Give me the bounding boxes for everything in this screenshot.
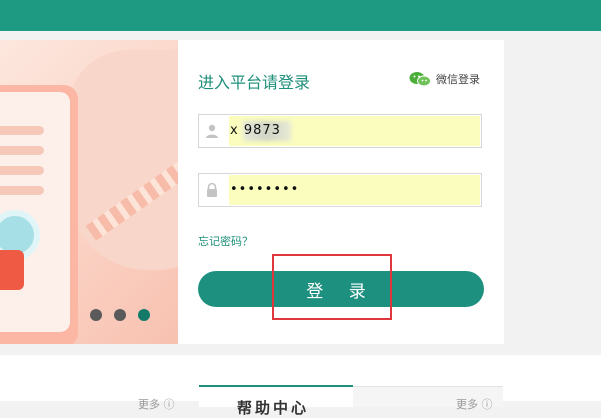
top-header-bar — [0, 0, 601, 31]
lock-icon — [207, 182, 217, 197]
password-field[interactable]: •••••••• — [198, 173, 482, 207]
promo-banner — [0, 40, 178, 344]
login-title: 进入平台请登录 — [198, 73, 311, 92]
wechat-login-link[interactable]: 微信登录 — [409, 71, 480, 87]
lock-illustration — [0, 250, 24, 290]
user-icon — [206, 124, 218, 138]
carousel-dot-3[interactable] — [138, 309, 150, 321]
tab-help-center-label: 帮助中心 — [237, 399, 310, 417]
forgot-password-link[interactable]: 忘记密码？ — [198, 233, 253, 249]
red-highlight-box — [272, 254, 392, 320]
wechat-login-label: 微信登录 — [436, 73, 480, 86]
tab-help-center[interactable]: 帮助中心 — [199, 385, 353, 417]
carousel-dot-2[interactable] — [114, 309, 126, 321]
more-link-right[interactable]: 更多 ⓘ — [456, 396, 493, 412]
more-link-left[interactable]: 更多 ⓘ — [138, 396, 175, 412]
carousel-dot-1[interactable] — [90, 309, 102, 321]
bottom-section: 更多 ⓘ 帮助中心 更多 ⓘ — [0, 355, 601, 417]
username-field[interactable]: x 9873 — [198, 114, 482, 148]
wechat-icon — [409, 72, 431, 87]
password-value: •••••••• — [230, 182, 300, 197]
username-value: x 9873 — [230, 123, 281, 138]
